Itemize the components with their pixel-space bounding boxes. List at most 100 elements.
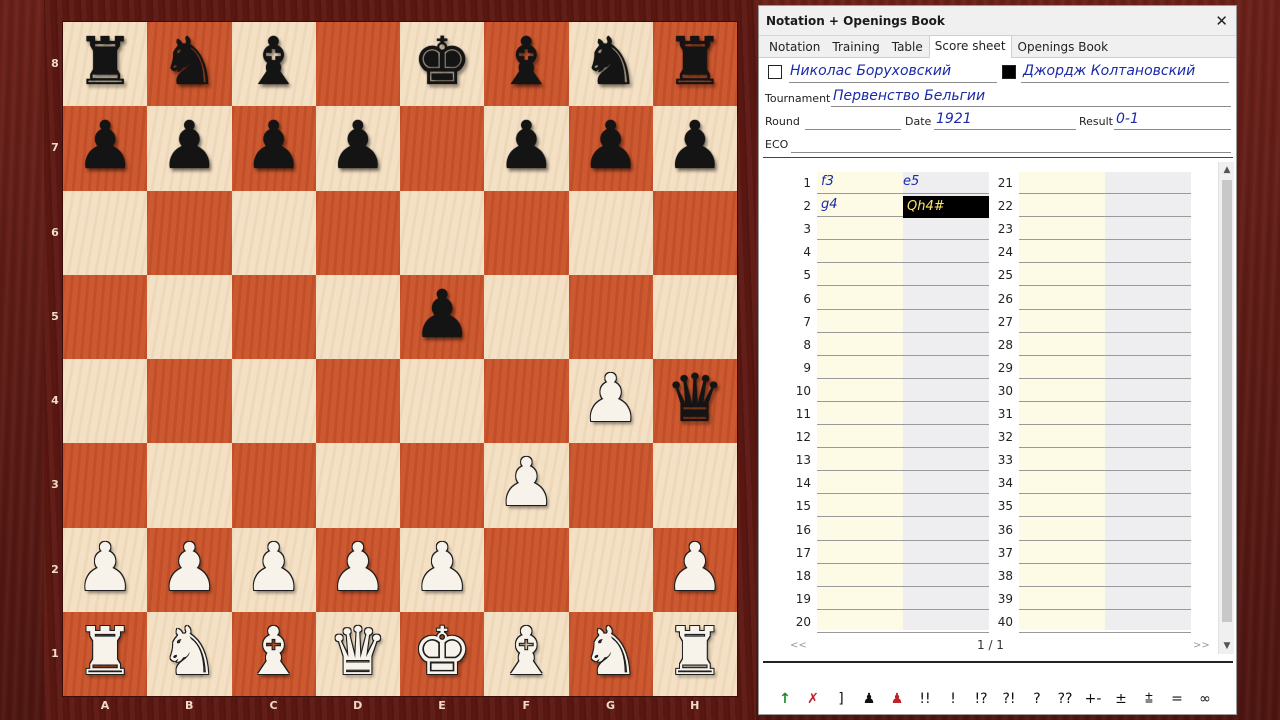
square-b4[interactable]	[147, 359, 232, 444]
red-pawn-icon-button[interactable]: ♟	[887, 691, 907, 707]
square-d7[interactable]: ♟	[315, 106, 400, 191]
black-pawn-e5[interactable]: ♟	[413, 281, 472, 348]
square-b5[interactable]	[147, 274, 232, 359]
white-rook-h1[interactable]: ♜	[665, 618, 724, 685]
square-b2[interactable]: ♟	[147, 527, 232, 612]
black-pawn-g7[interactable]: ♟	[581, 113, 640, 179]
square-f1[interactable]: ♝	[484, 611, 569, 696]
interesting-move-button[interactable]: !?	[971, 691, 991, 707]
move-1-black[interactable]: e5	[903, 174, 919, 189]
square-c2[interactable]: ♟	[231, 527, 316, 612]
white-pawn-d2[interactable]: ♟	[328, 534, 387, 601]
white-slightly-better-button[interactable]: ⩲	[1139, 691, 1159, 707]
black-pawn-d7[interactable]: ♟	[328, 113, 387, 179]
square-h4[interactable]: ♛	[652, 359, 737, 444]
square-f2[interactable]	[484, 527, 569, 612]
square-f7[interactable]: ♟	[484, 106, 569, 191]
square-e8[interactable]: ♚	[400, 22, 485, 107]
square-g6[interactable]	[568, 190, 653, 275]
pager-next[interactable]: >>	[1193, 640, 1210, 651]
black-player[interactable]: Джордж Колтановский	[1023, 63, 1195, 79]
chess-board[interactable]: ♜ ♞ ♝ ♚ ♝ ♞ ♜ ♟ ♟ ♟ ♟ ♟ ♟ ♟ ♟ ♟ ♛ ♟ ♟ ♟ ♟ ♟ ♟ ♟ ♜ ♞ ♝ ♛ ♚ ♝ ♞ ♜	[62, 21, 738, 697]
move-1-white[interactable]: f3	[821, 174, 834, 189]
square-e4[interactable]	[400, 359, 485, 444]
square-f6[interactable]	[484, 190, 569, 275]
black-pawn-c7[interactable]: ♟	[244, 113, 303, 179]
square-b1[interactable]: ♞	[147, 611, 232, 696]
square-c7[interactable]: ♟	[231, 106, 316, 191]
square-a4[interactable]	[63, 359, 148, 444]
white-pawn-c2[interactable]: ♟	[244, 534, 303, 601]
tab-score-sheet[interactable]: Score sheet	[928, 35, 1012, 58]
square-d2[interactable]: ♟	[315, 527, 400, 612]
square-g8[interactable]: ♞	[568, 22, 653, 107]
tab-training[interactable]: Training	[826, 36, 885, 57]
blunder-button[interactable]: ??	[1055, 691, 1075, 707]
square-h3[interactable]	[652, 443, 737, 528]
square-c4[interactable]	[231, 359, 316, 444]
square-g2[interactable]	[568, 527, 653, 612]
square-f4[interactable]	[484, 359, 569, 444]
square-h1[interactable]: ♜	[652, 611, 737, 696]
move-2-white[interactable]: g4	[821, 197, 838, 212]
square-f8[interactable]: ♝	[484, 22, 569, 107]
square-e2[interactable]: ♟	[400, 527, 485, 612]
white-king-e1[interactable]: ♚	[413, 618, 472, 685]
square-e6[interactable]	[400, 190, 485, 275]
square-g1[interactable]: ♞	[568, 611, 653, 696]
black-bishop-f8[interactable]: ♝	[497, 29, 556, 95]
square-g4[interactable]: ♟	[568, 359, 653, 444]
square-c1[interactable]: ♝	[231, 611, 316, 696]
black-king-e8[interactable]: ♚	[413, 29, 472, 95]
result-field[interactable]: 0-1	[1116, 111, 1139, 127]
white-pawn-e2[interactable]: ♟	[413, 534, 472, 601]
white-better-button[interactable]: ±	[1111, 691, 1131, 707]
white-pawn-h2[interactable]: ♟	[665, 534, 724, 601]
score-sheet[interactable]: 1 2 3 4 5 6 7 8 9 10 11 12 13 14 15 16 17 18 19 20 21 22 23 24 2…	[763, 162, 1221, 654]
black-rook-a8[interactable]: ♜	[76, 29, 135, 95]
date-field[interactable]: 1921	[936, 111, 972, 127]
square-a5[interactable]	[63, 274, 148, 359]
mistake-button[interactable]: ?	[1027, 691, 1047, 707]
square-b8[interactable]: ♞	[147, 22, 232, 107]
square-h6[interactable]	[652, 190, 737, 275]
square-h8[interactable]: ♜	[652, 22, 737, 107]
white-pawn-a2[interactable]: ♟	[76, 534, 135, 601]
move-2-black[interactable]: Qh4#	[903, 196, 989, 219]
brilliant-move-button[interactable]: !!	[915, 691, 935, 707]
black-bishop-c8[interactable]: ♝	[244, 29, 303, 95]
square-a6[interactable]	[63, 190, 148, 275]
white-pawn-b2[interactable]: ♟	[160, 534, 219, 601]
arrow-up-icon-button[interactable]: ↑	[775, 691, 795, 707]
white-pawn-f3[interactable]: ♟	[497, 450, 556, 516]
square-b3[interactable]	[147, 443, 232, 528]
tournament-field[interactable]: Первенство Бельгии	[833, 88, 985, 104]
scroll-thumb[interactable]	[1222, 180, 1232, 622]
square-d3[interactable]	[315, 443, 400, 528]
square-c6[interactable]	[231, 190, 316, 275]
square-e7[interactable]	[400, 106, 485, 191]
white-queen-d1[interactable]: ♛	[328, 618, 387, 685]
white-rook-a1[interactable]: ♜	[76, 618, 135, 685]
good-move-button[interactable]: !	[943, 691, 963, 707]
square-a7[interactable]: ♟	[63, 106, 148, 191]
black-queen-h4[interactable]: ♛	[665, 366, 724, 432]
square-e1[interactable]: ♚	[400, 611, 485, 696]
square-d6[interactable]	[315, 190, 400, 275]
bracket-icon-button[interactable]: ]	[831, 691, 851, 707]
black-pawn-a7[interactable]: ♟	[76, 113, 135, 179]
black-pawn-f7[interactable]: ♟	[497, 113, 556, 179]
square-c5[interactable]	[231, 274, 316, 359]
scrollbar[interactable]: ▲ ▼	[1218, 162, 1234, 654]
black-pawn-icon-button[interactable]: ♟	[859, 691, 879, 707]
pager-prev[interactable]: <<	[790, 640, 807, 651]
square-g7[interactable]: ♟	[568, 106, 653, 191]
square-a2[interactable]: ♟	[63, 527, 148, 612]
square-h7[interactable]: ♟	[652, 106, 737, 191]
square-h2[interactable]: ♟	[652, 527, 737, 612]
tab-notation[interactable]: Notation	[763, 36, 826, 57]
white-pawn-g4[interactable]: ♟	[581, 366, 640, 432]
scroll-up-icon[interactable]: ▲	[1219, 162, 1235, 178]
white-player[interactable]: Николас Боруховский	[790, 63, 951, 79]
square-e3[interactable]	[400, 443, 485, 528]
